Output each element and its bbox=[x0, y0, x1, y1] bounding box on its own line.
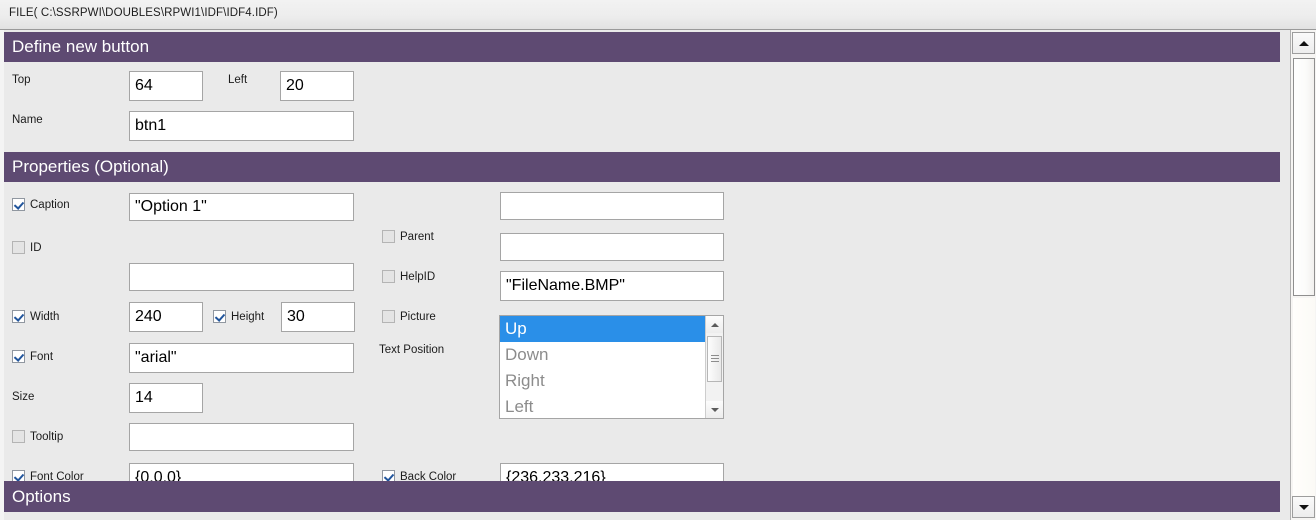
input-picture[interactable]: "FileName.BMP" bbox=[500, 271, 724, 301]
input-height[interactable]: 30 bbox=[281, 302, 355, 332]
check-icon-caption[interactable] bbox=[12, 198, 25, 211]
label-helpid: HelpID bbox=[400, 270, 436, 283]
label-left: Left bbox=[228, 74, 248, 86]
listbox-scroll-up-button[interactable] bbox=[706, 316, 723, 333]
application-window: FILE( C:\SSRPWI\DOUBLES\RPWI1\IDF\IDF4.I… bbox=[0, 0, 1316, 520]
label-size: Size bbox=[12, 391, 35, 403]
file-path-bar: FILE( C:\SSRPWI\DOUBLES\RPWI1\IDF\IDF4.I… bbox=[0, 0, 1316, 30]
triangle-down-icon bbox=[1298, 504, 1309, 510]
section-header-properties: Properties (Optional) bbox=[4, 152, 1280, 182]
checkbox-row-id[interactable]: ID bbox=[12, 241, 42, 254]
check-icon-height[interactable] bbox=[213, 310, 226, 323]
input-helpid[interactable] bbox=[500, 233, 724, 261]
checkbox-row-picture[interactable]: Picture bbox=[382, 310, 436, 323]
triangle-up-icon bbox=[1298, 40, 1309, 46]
label-name: Name bbox=[12, 114, 43, 126]
checkbox-row-height[interactable]: Height bbox=[213, 310, 264, 323]
input-font[interactable]: "arial" bbox=[129, 343, 354, 373]
label-caption: Caption bbox=[30, 198, 70, 211]
list-item[interactable]: Up bbox=[500, 316, 705, 342]
input-width[interactable]: 240 bbox=[129, 302, 203, 332]
section-title-properties: Properties (Optional) bbox=[12, 157, 169, 176]
grip-lines-icon bbox=[711, 355, 719, 363]
file-path-text: FILE( C:\SSRPWI\DOUBLES\RPWI1\IDF\IDF4.I… bbox=[9, 7, 278, 19]
list-item[interactable]: Left bbox=[500, 394, 705, 418]
checkbox-row-font[interactable]: Font bbox=[12, 350, 53, 363]
label-picture: Picture bbox=[400, 310, 436, 323]
input-size[interactable]: 14 bbox=[129, 383, 203, 413]
page-vertical-scrollbar[interactable] bbox=[1290, 30, 1316, 520]
checkbox-row-helpid[interactable]: HelpID bbox=[382, 270, 435, 283]
listbox-scroll-down-button[interactable] bbox=[706, 401, 723, 418]
section-title-options: Options bbox=[12, 487, 71, 506]
label-top: Top bbox=[12, 74, 31, 86]
input-name[interactable]: btn1 bbox=[129, 111, 354, 141]
scroll-thumb[interactable] bbox=[1293, 58, 1315, 296]
check-icon-id[interactable] bbox=[12, 241, 25, 254]
label-width: Width bbox=[30, 310, 60, 323]
checkbox-row-width[interactable]: Width bbox=[12, 310, 59, 323]
check-icon-font[interactable] bbox=[12, 350, 25, 363]
check-icon-helpid[interactable] bbox=[382, 270, 395, 283]
section-title-define: Define new button bbox=[12, 37, 150, 56]
list-item[interactable]: Down bbox=[500, 342, 705, 368]
listbox-scroll-thumb[interactable] bbox=[707, 336, 722, 382]
label-height: Height bbox=[231, 310, 265, 323]
section-header-options: Options bbox=[4, 481, 1280, 512]
check-icon-picture[interactable] bbox=[382, 310, 395, 323]
listbox-text-position[interactable]: Up Down Right Left bbox=[499, 315, 724, 419]
check-icon-width[interactable] bbox=[12, 310, 25, 323]
checkbox-row-parent[interactable]: Parent bbox=[382, 230, 434, 243]
list-item[interactable]: Right bbox=[500, 368, 705, 394]
triangle-down-icon bbox=[710, 407, 719, 412]
input-top[interactable]: 64 bbox=[129, 71, 203, 101]
listbox-scrollbar[interactable] bbox=[705, 316, 723, 418]
pane-left-edge bbox=[0, 30, 4, 520]
section-header-define-new-button: Define new button bbox=[4, 32, 1280, 62]
input-parent[interactable] bbox=[500, 192, 724, 220]
checkbox-row-caption[interactable]: Caption bbox=[12, 198, 70, 211]
scroll-track[interactable] bbox=[1293, 298, 1315, 496]
form-scroll-pane: Define new button Top 64 Left 20 Name bt… bbox=[0, 30, 1290, 520]
input-caption[interactable]: "Option 1" bbox=[129, 193, 354, 221]
label-font: Font bbox=[30, 350, 54, 363]
input-left[interactable]: 20 bbox=[280, 71, 354, 101]
label-id: ID bbox=[30, 241, 42, 254]
input-id[interactable] bbox=[129, 263, 354, 291]
check-icon-parent[interactable] bbox=[382, 230, 395, 243]
check-icon-tooltip[interactable] bbox=[12, 430, 25, 443]
input-tooltip[interactable] bbox=[129, 423, 354, 451]
scroll-up-button[interactable] bbox=[1292, 32, 1315, 54]
triangle-up-icon bbox=[710, 322, 719, 327]
label-text-position: Text Position bbox=[379, 344, 445, 356]
label-parent: Parent bbox=[400, 230, 434, 243]
listbox-items[interactable]: Up Down Right Left bbox=[500, 316, 705, 418]
checkbox-row-tooltip[interactable]: Tooltip bbox=[12, 430, 63, 443]
label-tooltip: Tooltip bbox=[30, 430, 64, 443]
scroll-down-button[interactable] bbox=[1292, 496, 1315, 518]
